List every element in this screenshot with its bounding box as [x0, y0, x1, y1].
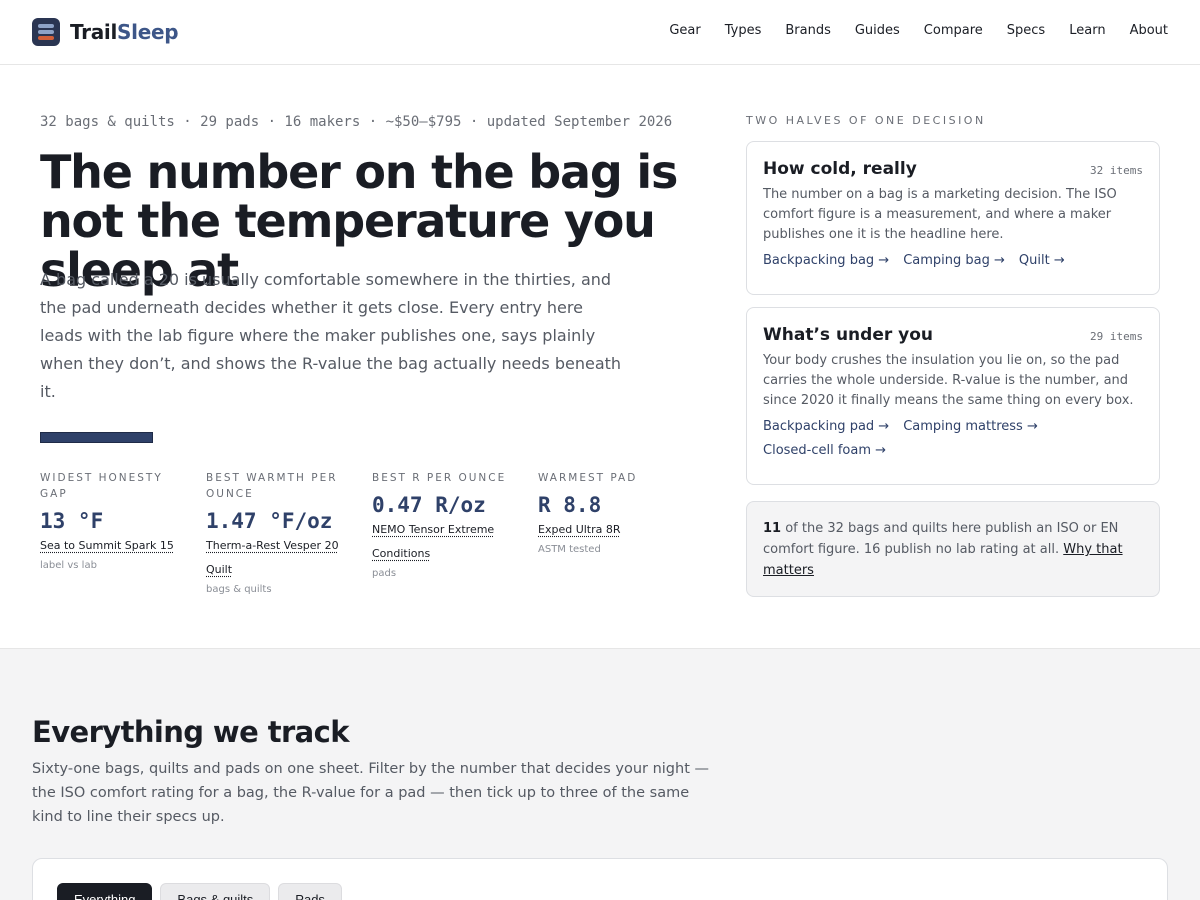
stat-warmest-pad: Warmest pad R 8.8 Exped Ultra 8R ASTM te…: [538, 470, 704, 598]
iso-rating-note: 11 of the 32 bags and quilts here publis…: [746, 501, 1160, 597]
stat-value: R 8.8: [538, 493, 602, 517]
nav-types[interactable]: Types: [725, 23, 762, 38]
link-camping-bag[interactable]: Camping bag →: [903, 251, 1005, 271]
side-section-label: Two halves of one decision: [746, 114, 986, 127]
card-title[interactable]: How cold, really: [763, 159, 917, 179]
link-quilt[interactable]: Quilt →: [1019, 251, 1065, 271]
nav-specs[interactable]: Specs: [1007, 23, 1045, 38]
iso-count: 11: [763, 521, 782, 536]
brand-name-part2: Sleep: [117, 20, 179, 44]
stat-product-link[interactable]: NEMO Tensor Extreme Conditions: [372, 523, 494, 560]
nav-compare[interactable]: Compare: [924, 23, 983, 38]
sleeping-bag-icon: [32, 18, 60, 46]
stat-r-per-ounce: Best R per ounce 0.47 R/oz NEMO Tensor E…: [372, 470, 538, 598]
card-description: The number on a bag is a marketing decis…: [763, 187, 1117, 242]
tab-everything[interactable]: Everything: [57, 883, 153, 900]
stat-product-link[interactable]: Exped Ultra 8R: [538, 523, 621, 536]
nav-about[interactable]: About: [1130, 23, 1168, 38]
category-card-bags: How cold, really 32 items The number on …: [746, 141, 1160, 295]
card-links: Backpacking pad → Camping mattress → Clo…: [763, 417, 1143, 461]
stat-value: 0.47 R/oz: [372, 493, 486, 517]
link-closed-cell-foam[interactable]: Closed-cell foam →: [763, 441, 886, 461]
hero-lede: A bag called a 20 is usually comfortable…: [40, 270, 622, 401]
filter-tabs: Everything Bags & quilts Pads: [57, 883, 342, 900]
catalog-section: Everything we track Sixty-one bags, quil…: [0, 648, 1200, 900]
category-card-pads: What’s under you 29 items Your body crus…: [746, 307, 1160, 485]
section-title: Everything we track: [32, 715, 350, 749]
catalog-meta: 32 bags & quilts · 29 pads · 16 makers ·…: [40, 114, 673, 130]
main-nav: Gear Types Brands Guides Compare Specs L…: [669, 23, 1168, 38]
stat-product-link[interactable]: Sea to Summit Spark 15: [40, 539, 174, 552]
nav-learn[interactable]: Learn: [1069, 23, 1105, 38]
stat-label: Best R per ounce: [372, 472, 507, 484]
stat-value: 1.47 °F/oz: [206, 509, 333, 533]
logo[interactable]: TrailSleep: [32, 18, 179, 46]
card-title[interactable]: What’s under you: [763, 325, 933, 345]
link-backpacking-pad[interactable]: Backpacking pad →: [763, 417, 889, 437]
stat-label: Widest honesty gap: [40, 472, 163, 500]
brand-name: TrailSleep: [70, 20, 179, 44]
tab-pads[interactable]: Pads: [278, 883, 342, 900]
brand-name-part1: Trail: [70, 20, 118, 44]
item-count: 32 items: [1090, 164, 1143, 177]
nav-brands[interactable]: Brands: [785, 23, 831, 38]
card-description: Your body crushes the insulation you lie…: [763, 353, 1134, 408]
filter-panel: Everything Bags & quilts Pads: [32, 858, 1168, 900]
stat-label: Warmest pad: [538, 472, 638, 484]
stats-row: Widest honesty gap 13 °F Sea to Summit S…: [40, 470, 706, 598]
link-backpacking-bag[interactable]: Backpacking bag →: [763, 251, 889, 271]
nav-gear[interactable]: Gear: [669, 23, 700, 38]
stat-label: Best warmth per ounce: [206, 472, 338, 500]
accent-bar: [40, 432, 153, 443]
stat-warmth-per-ounce: Best warmth per ounce 1.47 °F/oz Therm-a…: [206, 470, 372, 598]
tab-bags-quilts[interactable]: Bags & quilts: [160, 883, 271, 900]
link-camping-mattress[interactable]: Camping mattress →: [903, 417, 1038, 437]
stat-value: 13 °F: [40, 509, 104, 533]
stat-note: ASTM tested: [538, 544, 601, 555]
stat-note: label vs lab: [40, 560, 97, 571]
nav-guides[interactable]: Guides: [855, 23, 900, 38]
site-header: TrailSleep Gear Types Brands Guides Comp…: [0, 0, 1200, 65]
stat-note: pads: [372, 568, 397, 579]
section-description: Sixty-one bags, quilts and pads on one s…: [32, 761, 709, 825]
stat-honesty-gap: Widest honesty gap 13 °F Sea to Summit S…: [40, 470, 206, 598]
stat-note: bags & quilts: [206, 584, 272, 595]
card-links: Backpacking bag → Camping bag → Quilt →: [763, 251, 1143, 271]
stat-product-link[interactable]: Therm-a-Rest Vesper 20 Quilt: [206, 539, 339, 576]
item-count: 29 items: [1090, 330, 1143, 343]
